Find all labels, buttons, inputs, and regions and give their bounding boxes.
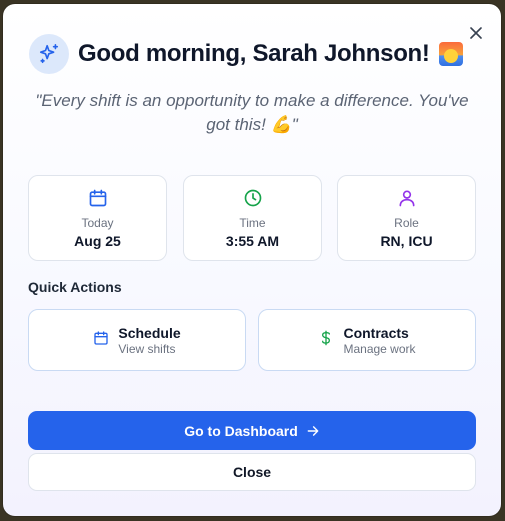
action-subtitle: Manage work [343,341,416,356]
stat-value: Aug 25 [74,233,121,249]
stat-label: Role [394,216,419,230]
stat-label: Today [81,216,114,230]
quick-actions-title: Quick Actions [28,279,122,295]
stat-label: Time [239,216,266,230]
dollar-icon [318,329,334,352]
go-to-dashboard-button[interactable]: Go to Dashboard [28,411,476,450]
action-title: Schedule [118,324,181,341]
sunrise-emoji-icon [438,42,463,66]
greeting-title: Good morning, Sarah Johnson! [78,40,430,67]
button-label: Close [232,464,272,480]
close-icon[interactable] [465,22,487,44]
stat-value: RN, ICU [380,233,433,249]
stat-card-time: Time 3:55 AM [183,175,322,261]
welcome-dialog: Good morning, Sarah Johnson! "Every shif… [3,4,501,516]
calendar-icon [29,188,166,210]
schedule-action-button[interactable]: Schedule View shifts [28,309,246,371]
clock-icon [184,188,321,210]
stat-card-role: Role RN, ICU [337,175,476,261]
arrow-right-icon [306,424,320,438]
close-button[interactable]: Close [28,453,476,491]
button-label: Go to Dashboard [184,422,298,439]
motivational-quote: "Every shift is an opportunity to make a… [35,91,469,134]
action-subtitle: View shifts [118,341,176,356]
user-icon [338,188,475,210]
contracts-action-button[interactable]: Contracts Manage work [258,309,476,371]
calendar-icon [93,330,109,351]
sparkles-icon [29,34,69,74]
stat-card-date: Today Aug 25 [28,175,167,261]
action-title: Contracts [343,324,409,341]
stat-value: 3:55 AM [225,233,280,249]
dialog-header: Good morning, Sarah Johnson! [29,34,463,74]
